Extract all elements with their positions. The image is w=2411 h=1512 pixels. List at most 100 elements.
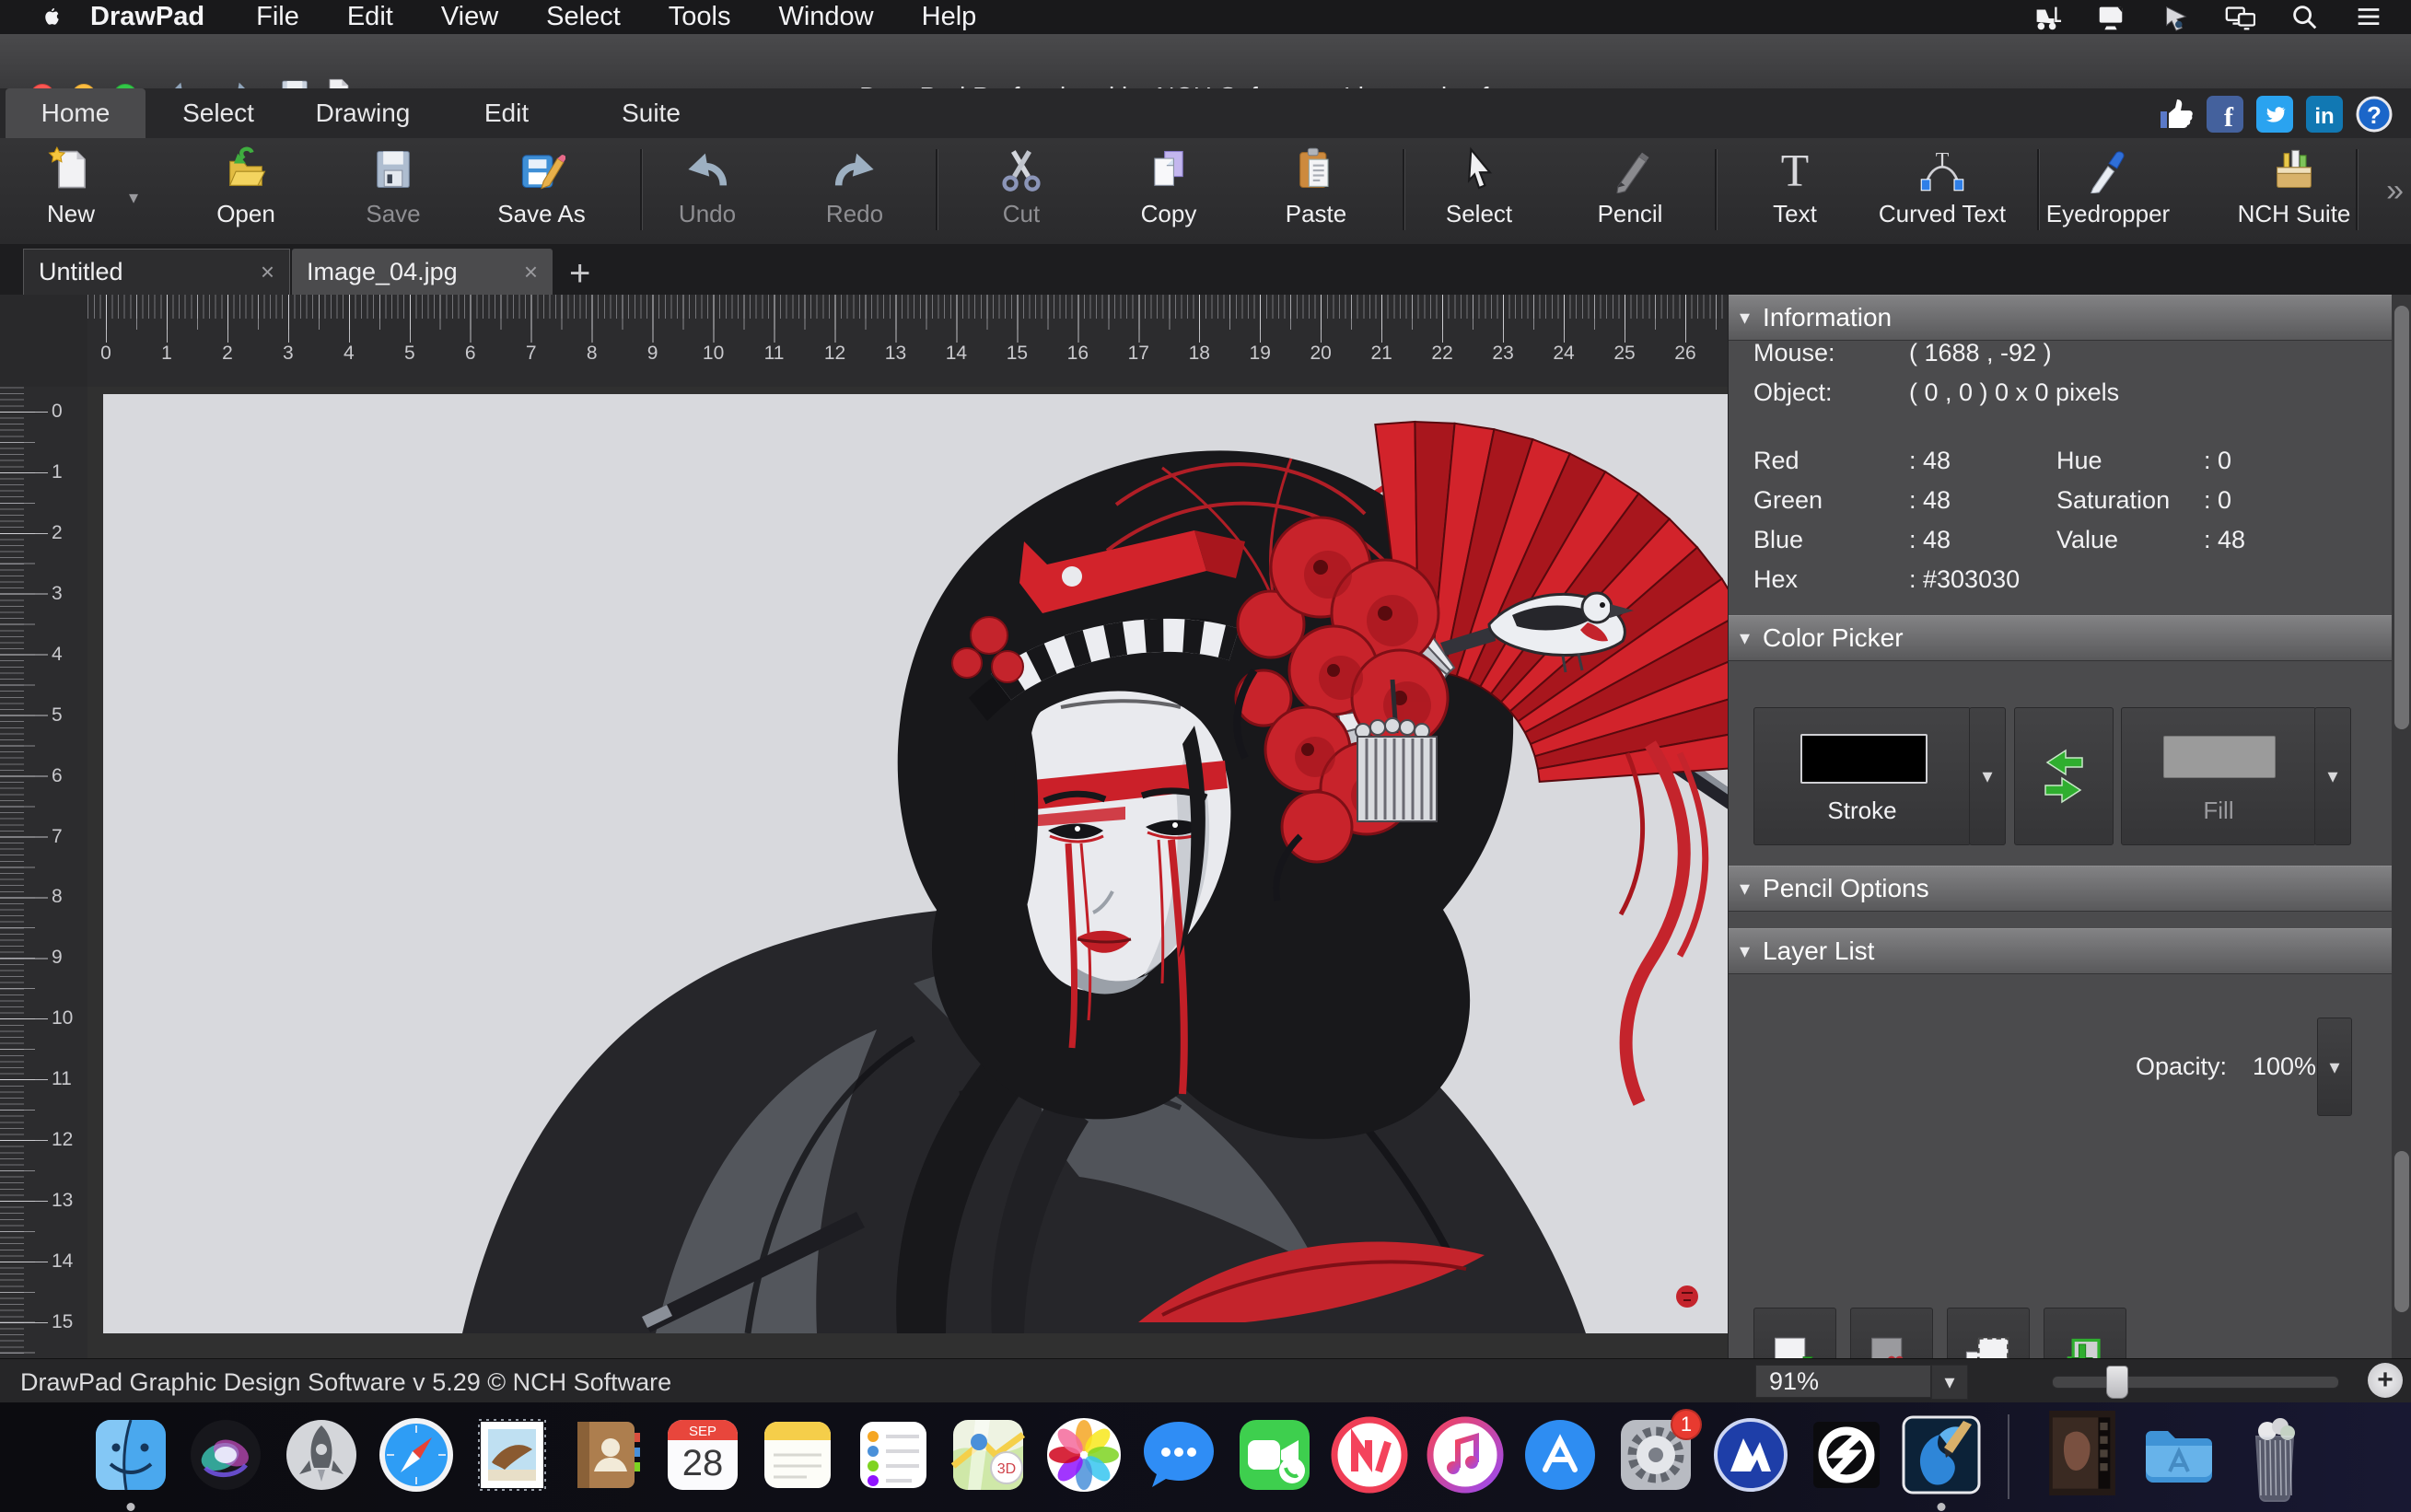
close-tab-icon[interactable]: ×: [506, 258, 538, 286]
toolbar-button-save-as[interactable]: Save As: [468, 145, 615, 228]
cursor-icon[interactable]: [2159, 3, 2192, 32]
ruler-number: 25: [1613, 343, 1636, 364]
dock-item-trash[interactable]: [2232, 1409, 2317, 1505]
dock-item-contacts[interactable]: [565, 1413, 649, 1497]
swap-stroke-fill-button[interactable]: [2014, 707, 2114, 845]
close-tab-icon[interactable]: ×: [242, 258, 274, 286]
dock-item-siri[interactable]: [183, 1413, 268, 1497]
ruler-number: 26: [1674, 343, 1696, 364]
dock-item-safari[interactable]: [374, 1413, 459, 1497]
menu-item-edit[interactable]: Edit: [323, 2, 417, 32]
ruler-number: 10: [52, 1007, 74, 1029]
toolbar-button-text[interactable]: T Text: [1721, 145, 1869, 228]
toolbar-button-select[interactable]: Select: [1405, 145, 1553, 228]
zoom-dropdown[interactable]: ▾: [1931, 1365, 1968, 1400]
help-icon[interactable]: ?: [2356, 96, 2393, 133]
dock-item-photos[interactable]: [1042, 1413, 1126, 1497]
dock-item-finder[interactable]: [88, 1413, 173, 1497]
zoom-slider[interactable]: [2052, 1366, 2339, 1399]
spotlight-search-icon[interactable]: [2288, 3, 2321, 32]
toolbar-button-redo[interactable]: Redo: [781, 145, 928, 228]
toolbar-button-paste[interactable]: Paste: [1242, 145, 1390, 228]
document-tab-image_04-jpg[interactable]: Image_04.jpg ×: [292, 249, 553, 295]
display-icon[interactable]: [2094, 3, 2127, 32]
scrollbar-thumb[interactable]: [2394, 1151, 2409, 1312]
stroke-color-button[interactable]: Stroke: [1753, 707, 1971, 845]
dock-item-mail[interactable]: [470, 1413, 554, 1497]
dock-item-express-app[interactable]: [1804, 1413, 1889, 1497]
save-as-icon: [468, 145, 615, 198]
toolbar-overflow-icon[interactable]: »: [2386, 173, 2404, 209]
zoom-in-button[interactable]: +: [2368, 1363, 2403, 1398]
new-tab-button[interactable]: +: [569, 253, 590, 295]
pencil-options-section-header[interactable]: ▾ Pencil Options: [1729, 866, 2392, 912]
fill-dropdown[interactable]: ▾: [2314, 707, 2351, 845]
dock-item-app-store[interactable]: [1518, 1413, 1602, 1497]
like-icon[interactable]: [2157, 96, 2194, 133]
stroke-dropdown[interactable]: ▾: [1969, 707, 2006, 845]
list-menu-icon[interactable]: [2352, 3, 2385, 32]
ribbon-tab-select[interactable]: Select: [164, 88, 273, 138]
undo-icon: [634, 145, 781, 198]
dock-item-launchpad[interactable]: [279, 1413, 364, 1497]
ribbon-tab-edit[interactable]: Edit: [468, 88, 545, 138]
toolbar-button-cut[interactable]: Cut: [948, 145, 1095, 228]
menu-app-name[interactable]: DrawPad: [68, 2, 232, 32]
ribbon-tab-suite[interactable]: Suite: [600, 88, 702, 138]
ruler-number: 20: [1310, 343, 1332, 364]
toolbar-button-undo[interactable]: Undo: [634, 145, 781, 228]
ribbon-tab-home[interactable]: Home: [6, 88, 146, 138]
dock-item-applications-folder[interactable]: [2137, 1413, 2221, 1497]
opacity-dropdown[interactable]: ▾: [2317, 1018, 2352, 1116]
zoom-slider-thumb[interactable]: [2106, 1366, 2128, 1399]
twitter-icon[interactable]: [2256, 96, 2293, 133]
dock-item-maps[interactable]: 3D: [946, 1413, 1031, 1497]
dock-item-news[interactable]: [1327, 1413, 1412, 1497]
linkedin-icon[interactable]: in: [2306, 96, 2343, 133]
layer-list-section-header[interactable]: ▾ Layer List: [1729, 928, 2392, 974]
dock-item-nch-software[interactable]: [1708, 1413, 1793, 1497]
toolbar-button-copy[interactable]: Copy: [1095, 145, 1242, 228]
dock-item-facetime[interactable]: [1232, 1413, 1317, 1497]
menu-item-tools[interactable]: Tools: [645, 2, 755, 32]
ruler-number: 3: [52, 582, 63, 604]
toolbar-button-nch-suite[interactable]: NCH Suite: [2220, 145, 2368, 228]
forklift-icon[interactable]: [2030, 3, 2063, 32]
menu-item-file[interactable]: File: [232, 2, 323, 32]
toolbar-button-open[interactable]: Open: [172, 145, 320, 228]
information-section-header[interactable]: ▾ Information: [1729, 295, 2392, 341]
toolbar-button-pencil[interactable]: Pencil: [1556, 145, 1704, 228]
ribbon-tab-drawing[interactable]: Drawing: [302, 88, 424, 138]
menu-item-select[interactable]: Select: [522, 2, 645, 32]
dock-item-drawpad[interactable]: [1899, 1413, 1984, 1497]
menu-item-help[interactable]: Help: [898, 2, 1001, 32]
toolbar-button-eyedropper[interactable]: Eyedropper: [2034, 145, 2182, 228]
collapse-triangle-icon: ▾: [1740, 626, 1751, 649]
ruler-number: 8: [52, 886, 63, 908]
menu-item-view[interactable]: View: [417, 2, 522, 32]
menu-item-window[interactable]: Window: [754, 2, 897, 32]
toolbar-button-save[interactable]: Save: [320, 145, 467, 228]
fill-color-button[interactable]: Fill: [2121, 707, 2316, 845]
new-dropdown-arrow[interactable]: ▾: [129, 186, 138, 209]
dock-item-document-thumbnail[interactable]: [2046, 1411, 2118, 1495]
dock-item-calendar[interactable]: SEP 28: [660, 1413, 745, 1497]
apple-menu-icon[interactable]: [35, 3, 68, 32]
document-tab-untitled[interactable]: Untitled ×: [23, 249, 290, 295]
toolbar-button-new[interactable]: New: [0, 145, 145, 228]
facebook-icon[interactable]: f: [2207, 96, 2243, 133]
dock-item-reminders[interactable]: [851, 1413, 936, 1497]
scrollbar-thumb[interactable]: [2394, 306, 2409, 729]
dock-item-notes[interactable]: [755, 1413, 840, 1497]
dock-item-music[interactable]: [1423, 1413, 1508, 1497]
zoom-level-field[interactable]: 91%: [1755, 1365, 1931, 1398]
color-picker-section-header[interactable]: ▾ Color Picker: [1729, 615, 2392, 661]
info-label: Value: [2056, 526, 2119, 553]
dock-item-messages[interactable]: [1136, 1413, 1221, 1497]
ruler-number: 14: [945, 343, 968, 364]
toolbar-separator: [1715, 149, 1718, 230]
panel-scrollbar[interactable]: [2392, 295, 2411, 1358]
drawing-canvas[interactable]: [87, 387, 1730, 1358]
toolbar-button-curved-text[interactable]: T Curved Text: [1869, 145, 2016, 228]
dual-display-icon[interactable]: [2223, 3, 2256, 32]
